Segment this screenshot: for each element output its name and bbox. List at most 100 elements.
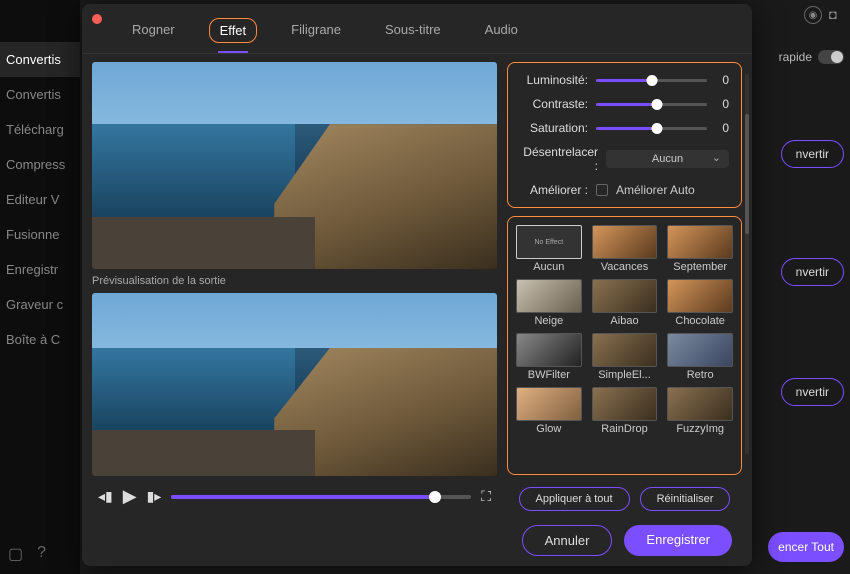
book-icon[interactable]: ▢ bbox=[8, 544, 23, 564]
effect-aucun[interactable]: No Effect Aucun bbox=[516, 225, 582, 273]
sidebar-item[interactable]: Graveur c bbox=[0, 287, 80, 322]
effect-label: BWFilter bbox=[516, 369, 582, 381]
preview-column: Prévisualisation de la sortie ◂▮ ▶ ▮▸ ⛶ bbox=[92, 62, 497, 511]
play-button[interactable]: ▶ bbox=[123, 486, 137, 507]
effect-glow[interactable]: Glow bbox=[516, 387, 582, 435]
effect-label: Aibao bbox=[592, 315, 658, 327]
help-icon[interactable]: ? bbox=[37, 544, 46, 564]
effect-thumb bbox=[516, 279, 582, 313]
save-button[interactable]: Enregistrer bbox=[624, 525, 732, 556]
enhance-auto-label: Améliorer Auto bbox=[616, 183, 695, 197]
reset-button[interactable]: Réinitialiser bbox=[640, 487, 731, 511]
effect-label: Retro bbox=[667, 369, 733, 381]
effect-thumb bbox=[667, 225, 733, 259]
effect-thumb bbox=[516, 333, 582, 367]
output-preview bbox=[92, 293, 497, 476]
effect-thumb: No Effect bbox=[516, 225, 582, 259]
prev-frame-button[interactable]: ◂▮ bbox=[98, 488, 113, 505]
sidebar-item[interactable]: Boîte à C bbox=[0, 322, 80, 357]
rapide-label: rapide bbox=[779, 50, 812, 64]
enhance-auto-checkbox[interactable] bbox=[596, 184, 608, 196]
effect-label: Glow bbox=[516, 423, 582, 435]
effect-vacances[interactable]: Vacances bbox=[592, 225, 658, 273]
effect-retro[interactable]: Retro bbox=[667, 333, 733, 381]
tab-audio[interactable]: Audio bbox=[475, 18, 528, 43]
effect-raindrop[interactable]: RainDrop bbox=[592, 387, 658, 435]
effect-label: FuzzyImg bbox=[667, 423, 733, 435]
effect-bwfilter[interactable]: BWFilter bbox=[516, 333, 582, 381]
rapide-toggle-row: rapide bbox=[779, 50, 844, 64]
effect-september[interactable]: September bbox=[667, 225, 733, 273]
effects-panel: No Effect Aucun Vacances September Neige Aiba… bbox=[507, 216, 742, 475]
contraste-value: 0 bbox=[715, 97, 729, 111]
bg-sidebar: ConvertisConvertisTéléchargCompressEdite… bbox=[0, 0, 80, 574]
effect-label: September bbox=[667, 261, 733, 273]
close-icon[interactable] bbox=[92, 14, 102, 24]
effect-thumb bbox=[592, 225, 658, 259]
feedback-icon[interactable]: ◘ bbox=[829, 7, 845, 23]
effect-aibao[interactable]: Aibao bbox=[592, 279, 658, 327]
effect-simpleel...[interactable]: SimpleEl... bbox=[592, 333, 658, 381]
sidebar-item[interactable]: Convertis bbox=[0, 42, 80, 77]
sidebar-item[interactable]: Enregistr bbox=[0, 252, 80, 287]
rapide-toggle[interactable] bbox=[818, 50, 844, 64]
effect-thumb bbox=[667, 333, 733, 367]
contraste-slider[interactable] bbox=[596, 103, 707, 106]
deinterlace-select[interactable]: Aucun bbox=[606, 150, 729, 168]
sidebar-item[interactable]: Compress bbox=[0, 147, 80, 182]
saturation-label: Saturation: bbox=[520, 121, 588, 135]
timeline-slider[interactable] bbox=[171, 495, 471, 499]
bg-right-column: ◉ ◘ rapide nvertir nvertir nvertir encer… bbox=[760, 0, 850, 574]
dialog-scrollbar[interactable] bbox=[745, 74, 749, 454]
tab-bar: Rogner Effet Filigrane Sous-titre Audio bbox=[82, 4, 752, 54]
sidebar-item[interactable]: Télécharg bbox=[0, 112, 80, 147]
effect-thumb bbox=[667, 387, 733, 421]
next-frame-button[interactable]: ▮▸ bbox=[147, 488, 162, 505]
bg-convert-button-1[interactable]: nvertir bbox=[781, 140, 844, 168]
deinterlace-label: Désentrelacer : bbox=[520, 145, 598, 173]
effect-thumb bbox=[667, 279, 733, 313]
tab-rogner[interactable]: Rogner bbox=[122, 18, 185, 43]
effect-label: SimpleEl... bbox=[592, 369, 658, 381]
effect-label: Vacances bbox=[592, 261, 658, 273]
enhance-label: Améliorer : bbox=[520, 183, 588, 197]
effect-label: Chocolate bbox=[667, 315, 733, 327]
effect-thumb bbox=[592, 279, 658, 313]
sidebar-item[interactable]: Editeur V bbox=[0, 182, 80, 217]
bg-convert-button-2[interactable]: nvertir bbox=[781, 258, 844, 286]
bg-convert-all-button[interactable]: encer Tout bbox=[768, 532, 844, 562]
effect-label: RainDrop bbox=[592, 423, 658, 435]
effect-chocolate[interactable]: Chocolate bbox=[667, 279, 733, 327]
output-preview-label: Prévisualisation de la sortie bbox=[92, 275, 497, 287]
effect-neige[interactable]: Neige bbox=[516, 279, 582, 327]
luminosite-value: 0 bbox=[715, 73, 729, 87]
sidebar-item[interactable]: Convertis bbox=[0, 77, 80, 112]
luminosite-label: Luminosité: bbox=[520, 73, 588, 87]
saturation-value: 0 bbox=[715, 121, 729, 135]
adjust-panel: Luminosité: 0 Contraste: 0 Saturation: 0… bbox=[507, 62, 742, 208]
luminosite-slider[interactable] bbox=[596, 79, 707, 82]
apply-all-button[interactable]: Appliquer à tout bbox=[519, 487, 630, 511]
effect-label: Neige bbox=[516, 315, 582, 327]
sidebar-item[interactable]: Fusionne bbox=[0, 217, 80, 252]
cancel-button[interactable]: Annuler bbox=[522, 525, 613, 556]
effect-fuzzyimg[interactable]: FuzzyImg bbox=[667, 387, 733, 435]
tab-effet[interactable]: Effet bbox=[209, 18, 258, 43]
contraste-label: Contraste: bbox=[520, 97, 588, 111]
effect-thumb bbox=[592, 387, 658, 421]
bg-convert-button-3[interactable]: nvertir bbox=[781, 378, 844, 406]
effect-dialog: Rogner Effet Filigrane Sous-titre Audio … bbox=[82, 4, 752, 566]
dialog-footer: Annuler Enregistrer bbox=[82, 515, 752, 566]
settings-column: Luminosité: 0 Contraste: 0 Saturation: 0… bbox=[507, 62, 742, 511]
saturation-slider[interactable] bbox=[596, 127, 707, 130]
tab-filigrane[interactable]: Filigrane bbox=[281, 18, 351, 43]
fullscreen-icon[interactable]: ⛶ bbox=[481, 488, 491, 505]
effect-thumb bbox=[592, 333, 658, 367]
avatar-icon[interactable]: ◉ bbox=[804, 6, 822, 24]
effect-thumb bbox=[516, 387, 582, 421]
sidebar-bottom: ▢ ? bbox=[8, 544, 46, 564]
playback-controls: ◂▮ ▶ ▮▸ ⛶ bbox=[92, 482, 497, 511]
effect-label: Aucun bbox=[516, 261, 582, 273]
original-preview bbox=[92, 62, 497, 269]
tab-soustitre[interactable]: Sous-titre bbox=[375, 18, 451, 43]
